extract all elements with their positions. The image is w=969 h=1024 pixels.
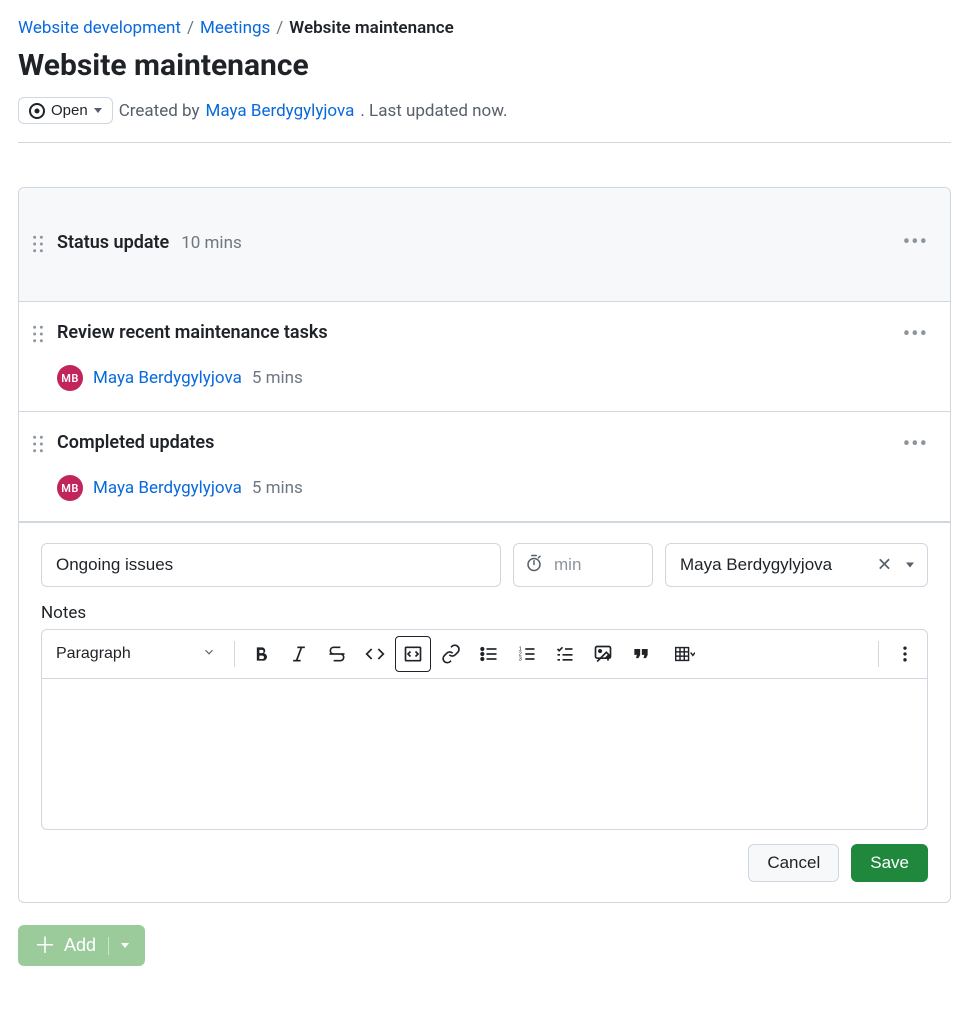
save-button[interactable]: Save <box>851 844 928 882</box>
bullet-list-button[interactable] <box>471 636 507 672</box>
agenda-item-duration: 5 mins <box>252 368 303 388</box>
caret-down-icon[interactable] <box>906 563 914 568</box>
breadcrumb-separator: / <box>276 18 283 38</box>
strikethrough-button[interactable] <box>319 636 355 672</box>
numbered-list-button[interactable]: 123 <box>509 636 545 672</box>
agenda-item: Status update 10 mins ••• <box>19 188 950 302</box>
table-button[interactable] <box>661 636 709 672</box>
toolbar-separator <box>234 641 235 667</box>
updated-text: . Last updated now. <box>360 101 507 121</box>
drag-handle-icon[interactable] <box>31 435 45 457</box>
agenda-item-title: Review recent maintenance tasks <box>57 322 328 343</box>
agenda-item-duration: 5 mins <box>252 478 303 498</box>
editor-toolbar: Paragraph <box>42 630 927 679</box>
agenda-panel: Status update 10 mins ••• Review recent … <box>18 187 951 903</box>
created-by-prefix: Created by <box>119 101 200 121</box>
status-dropdown[interactable]: Open <box>18 97 113 124</box>
more-menu-icon[interactable]: ••• <box>903 434 928 456</box>
author-link[interactable]: Maya Berdygylyjova <box>206 101 355 121</box>
clear-icon[interactable]: ✕ <box>877 555 892 576</box>
breadcrumb-item[interactable]: Meetings <box>200 18 270 38</box>
issue-open-icon <box>29 103 45 119</box>
toolbar-separator <box>878 641 879 667</box>
drag-handle-icon[interactable] <box>31 325 45 347</box>
bold-button[interactable] <box>243 636 279 672</box>
notes-textarea[interactable] <box>42 679 927 829</box>
add-button-label: Add <box>64 935 96 956</box>
agenda-item-duration: 10 mins <box>181 233 242 253</box>
meta-line: Open Created by Maya Berdygylyjova . Las… <box>18 97 951 143</box>
notes-label: Notes <box>41 603 928 623</box>
stopwatch-icon <box>525 554 543 576</box>
breadcrumb: Website development / Meetings / Website… <box>18 18 951 38</box>
add-item-button[interactable]: ＋ Add <box>18 925 145 966</box>
avatar: MB <box>57 475 83 501</box>
assignee-link[interactable]: Maya Berdygylyjova <box>93 368 242 388</box>
paragraph-style-picker[interactable]: Paragraph <box>46 639 226 670</box>
breadcrumb-item[interactable]: Website development <box>18 18 181 38</box>
svg-text:3: 3 <box>519 657 522 663</box>
avatar: MB <box>57 365 83 391</box>
agenda-item-title: Completed updates <box>57 432 214 453</box>
rich-text-editor: Paragraph <box>41 629 928 830</box>
task-list-button[interactable] <box>547 636 583 672</box>
more-formatting-button[interactable] <box>887 636 923 672</box>
agenda-item-title: Status update <box>57 232 169 253</box>
breadcrumb-separator: / <box>187 18 194 38</box>
agenda-item: Completed updates MB Maya Berdygylyjova … <box>19 412 950 522</box>
assignee-link[interactable]: Maya Berdygylyjova <box>93 478 242 498</box>
item-title-input[interactable] <box>41 543 501 587</box>
agenda-edit-form: ✕ Notes Paragraph <box>19 522 950 902</box>
cancel-button[interactable]: Cancel <box>748 844 839 882</box>
more-menu-icon[interactable]: ••• <box>903 324 928 346</box>
caret-down-icon <box>94 108 102 113</box>
agenda-item: Review recent maintenance tasks MB Maya … <box>19 302 950 412</box>
drag-handle-icon[interactable] <box>31 235 45 257</box>
italic-button[interactable] <box>281 636 317 672</box>
caret-down-icon <box>121 943 129 948</box>
link-button[interactable] <box>433 636 469 672</box>
image-button[interactable] <box>585 636 621 672</box>
more-menu-icon[interactable]: ••• <box>903 232 928 254</box>
breadcrumb-current: Website maintenance <box>289 18 453 38</box>
status-label: Open <box>51 102 88 119</box>
inline-code-button[interactable] <box>357 636 393 672</box>
code-block-button[interactable] <box>395 636 431 672</box>
page-title: Website maintenance <box>18 48 951 83</box>
quote-button[interactable] <box>623 636 659 672</box>
